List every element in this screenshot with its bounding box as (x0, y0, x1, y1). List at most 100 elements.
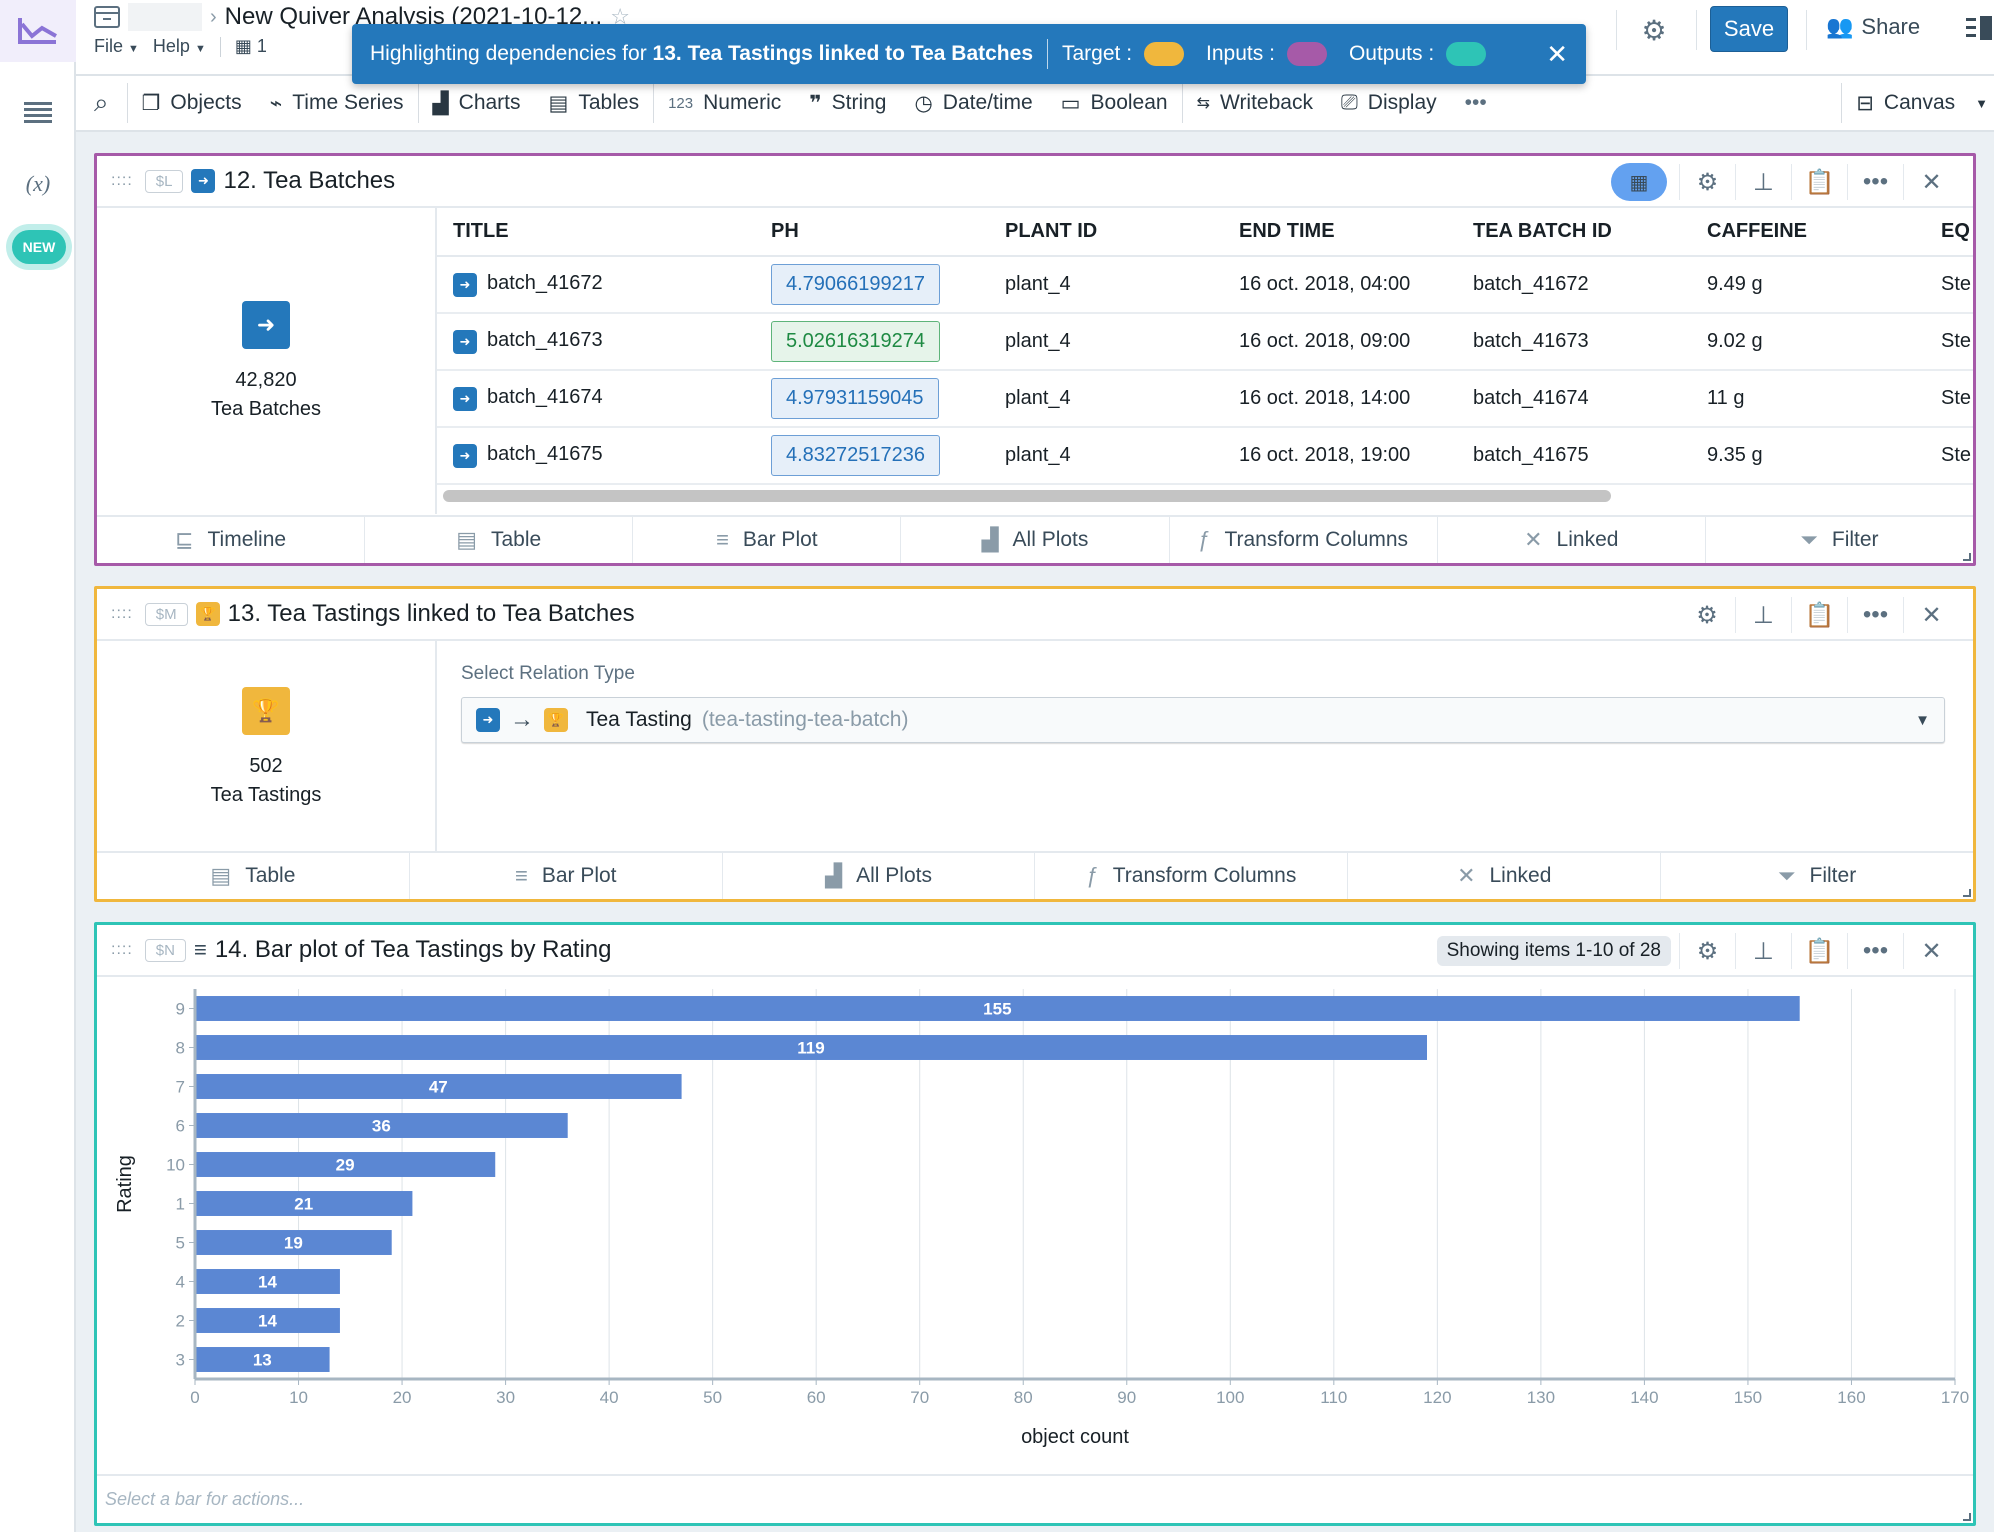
column-header[interactable]: PH (755, 208, 989, 257)
table-row[interactable]: ➜ batch_41674 4.97931159045 plant_4 16 oc… (437, 370, 1973, 428)
table-row[interactable]: ➜ batch_41675 4.83272517236 plant_4 16 oc… (437, 427, 1973, 485)
search-button[interactable]: ⌕ (76, 75, 127, 131)
footer-linked-button[interactable]: ✕ Linked (1436, 517, 1705, 563)
filter-icon: ⏷ (1777, 863, 1796, 888)
close-icon[interactable]: ✕ (1546, 39, 1568, 70)
menu-button[interactable] (0, 92, 76, 132)
new-badge[interactable]: NEW (12, 230, 66, 264)
footer-table-button[interactable]: ▤ Table (364, 517, 632, 563)
hierarchy-button[interactable]: ⊥ (1735, 933, 1791, 969)
table-row[interactable]: ➜ batch_41673 5.02616319274 plant_4 16 oc… (437, 313, 1973, 371)
settings-button[interactable]: ⚙ (1679, 597, 1735, 633)
footer-linked-button[interactable]: ✕ Linked (1347, 853, 1660, 899)
cell-caffeine: 9.35 g (1691, 427, 1925, 485)
resize-handle[interactable] (1963, 1513, 1971, 1521)
footer-bar-plot-button[interactable]: ≡ Bar Plot (408, 853, 722, 899)
footer-filter-button[interactable]: ⏷ Filter (1704, 517, 1973, 563)
column-header[interactable]: TITLE (437, 208, 755, 257)
x-tick-label: 20 (393, 1388, 412, 1407)
column-header[interactable]: CAFFEINE (1691, 208, 1925, 257)
gear-icon: ⚙ (1696, 168, 1719, 196)
resize-handle[interactable] (1963, 553, 1971, 561)
footer-bar-plot-button[interactable]: ≡ Bar Plot (632, 517, 900, 563)
variable-tag[interactable]: $L (144, 169, 184, 193)
footer-table-button[interactable]: ▤ Table (97, 853, 409, 899)
file-menu[interactable]: File ▼ (94, 36, 139, 57)
cell-title[interactable]: ➜ batch_41675 (437, 427, 755, 485)
more-button[interactable]: ••• (1847, 164, 1903, 200)
line-chart-icon (18, 18, 57, 44)
footer-all-plots-button[interactable]: ▟ All Plots (900, 517, 1168, 563)
relation-type-select[interactable]: ➜ → 🏆 Tea Tasting (tea-tasting-tea-batch… (461, 697, 1945, 743)
clipboard-button[interactable]: 📋 (1791, 164, 1847, 200)
more-button[interactable]: ••• (1847, 597, 1903, 633)
settings-button[interactable]: ⚙ (1632, 12, 1676, 48)
x-tick-label: 30 (496, 1388, 515, 1407)
drag-handle[interactable]: :::: (111, 941, 133, 959)
share-button[interactable]: 👥 Share (1826, 14, 1920, 40)
help-menu[interactable]: Help ▼ (153, 36, 206, 57)
drag-handle[interactable]: :::: (111, 605, 133, 623)
outputs-color-swatch (1446, 42, 1487, 66)
gear-icon: ⚙ (1696, 601, 1718, 629)
panel-header: :::: $N ≡ 14. Bar plot of Tea Tastings b… (97, 925, 1973, 977)
footer-transform-columns-button[interactable]: ƒ Transform Columns (1034, 853, 1347, 899)
panel-title[interactable]: 13. Tea Tastings linked to Tea Batches (228, 600, 635, 628)
y-tick-label: 3 (176, 1351, 185, 1370)
close-button[interactable]: ✕ (1903, 164, 1959, 200)
hierarchy-button[interactable]: ⊥ (1735, 597, 1791, 633)
variable-tag[interactable]: $N (144, 938, 186, 962)
settings-button[interactable]: ⚙ (1679, 164, 1735, 200)
toolbar-objects[interactable]: ❐ Objects (128, 75, 256, 131)
variables-button[interactable]: (x) (0, 164, 76, 204)
bar-value-label: 36 (372, 1117, 391, 1136)
column-header[interactable]: PLANT ID (989, 208, 1223, 257)
more-button[interactable]: ••• (1847, 933, 1903, 969)
object-type-label: Tea Batches (210, 398, 322, 420)
canvas-dropdown[interactable]: ⊟ Canvas ▼ (1842, 75, 1994, 131)
column-header[interactable]: EQ (1925, 208, 1973, 257)
bar-value-label: 119 (797, 1039, 824, 1058)
cell-ph[interactable]: 4.83272517236 (755, 427, 989, 485)
panel-title[interactable]: 14. Bar plot of Tea Tastings by Rating (215, 936, 612, 964)
cell-ph[interactable]: 5.02616319274 (755, 313, 989, 371)
hierarchy-button[interactable]: ⊥ (1735, 164, 1791, 200)
variable-tag[interactable]: $M (144, 602, 188, 626)
object-count-summary: ➜ 42,820 Tea Batches (97, 208, 437, 514)
table-row[interactable]: ➜ batch_41672 4.79066199217 plant_4 16 oc… (437, 256, 1973, 314)
close-button[interactable]: ✕ (1903, 597, 1959, 633)
cell-title[interactable]: ➜ batch_41672 (437, 256, 755, 314)
column-header[interactable]: END TIME (1223, 208, 1457, 257)
calendar-button[interactable]: ▦ (1611, 163, 1667, 201)
save-button[interactable]: Save (1710, 6, 1788, 52)
panel-title[interactable]: 12. Tea Batches (223, 167, 395, 195)
clipboard-button[interactable]: 📋 (1791, 933, 1847, 969)
cell-title[interactable]: ➜ batch_41674 (437, 370, 755, 428)
x-tick-label: 70 (910, 1388, 929, 1407)
cell-ph[interactable]: 4.97931159045 (755, 370, 989, 428)
boolean-icon: ▭ (1060, 91, 1081, 115)
folder-icon[interactable] (94, 6, 120, 28)
horizontal-scrollbar[interactable] (443, 490, 1611, 502)
drag-handle[interactable]: :::: (111, 172, 133, 190)
footer-timeline-button[interactable]: ⊑ Timeline (97, 517, 364, 563)
panel-layout-button[interactable] (1966, 16, 1994, 44)
x-tick-label: 170 (1941, 1388, 1969, 1407)
bar-value-label: 13 (253, 1351, 272, 1370)
clipboard-button[interactable]: 📋 (1791, 597, 1847, 633)
cell-ph[interactable]: 4.79066199217 (755, 256, 989, 314)
close-button[interactable]: ✕ (1903, 933, 1959, 969)
resize-handle[interactable] (1963, 889, 1971, 897)
footer-all-plots-button[interactable]: ▟ All Plots (721, 853, 1035, 899)
trophy-icon: 🏆 (195, 602, 220, 626)
column-header[interactable]: TEA BATCH ID (1457, 208, 1691, 257)
panel-tea-tastings: :::: $M 🏆 13. Tea Tastings linked to Tea… (94, 586, 1976, 902)
workspace-count[interactable]: ▦ 1 (235, 36, 267, 57)
footer-filter-button[interactable]: ⏷ Filter (1660, 853, 1973, 899)
app-logo[interactable] (0, 0, 76, 62)
cell-title[interactable]: ➜ batch_41673 (437, 313, 755, 371)
panel-bar-plot: :::: $N ≡ 14. Bar plot of Tea Tastings b… (94, 922, 1976, 1526)
footer-transform-columns-button[interactable]: ƒ Transform Columns (1168, 517, 1437, 563)
settings-button[interactable]: ⚙ (1679, 933, 1735, 969)
redacted-folder[interactable] (128, 3, 202, 31)
